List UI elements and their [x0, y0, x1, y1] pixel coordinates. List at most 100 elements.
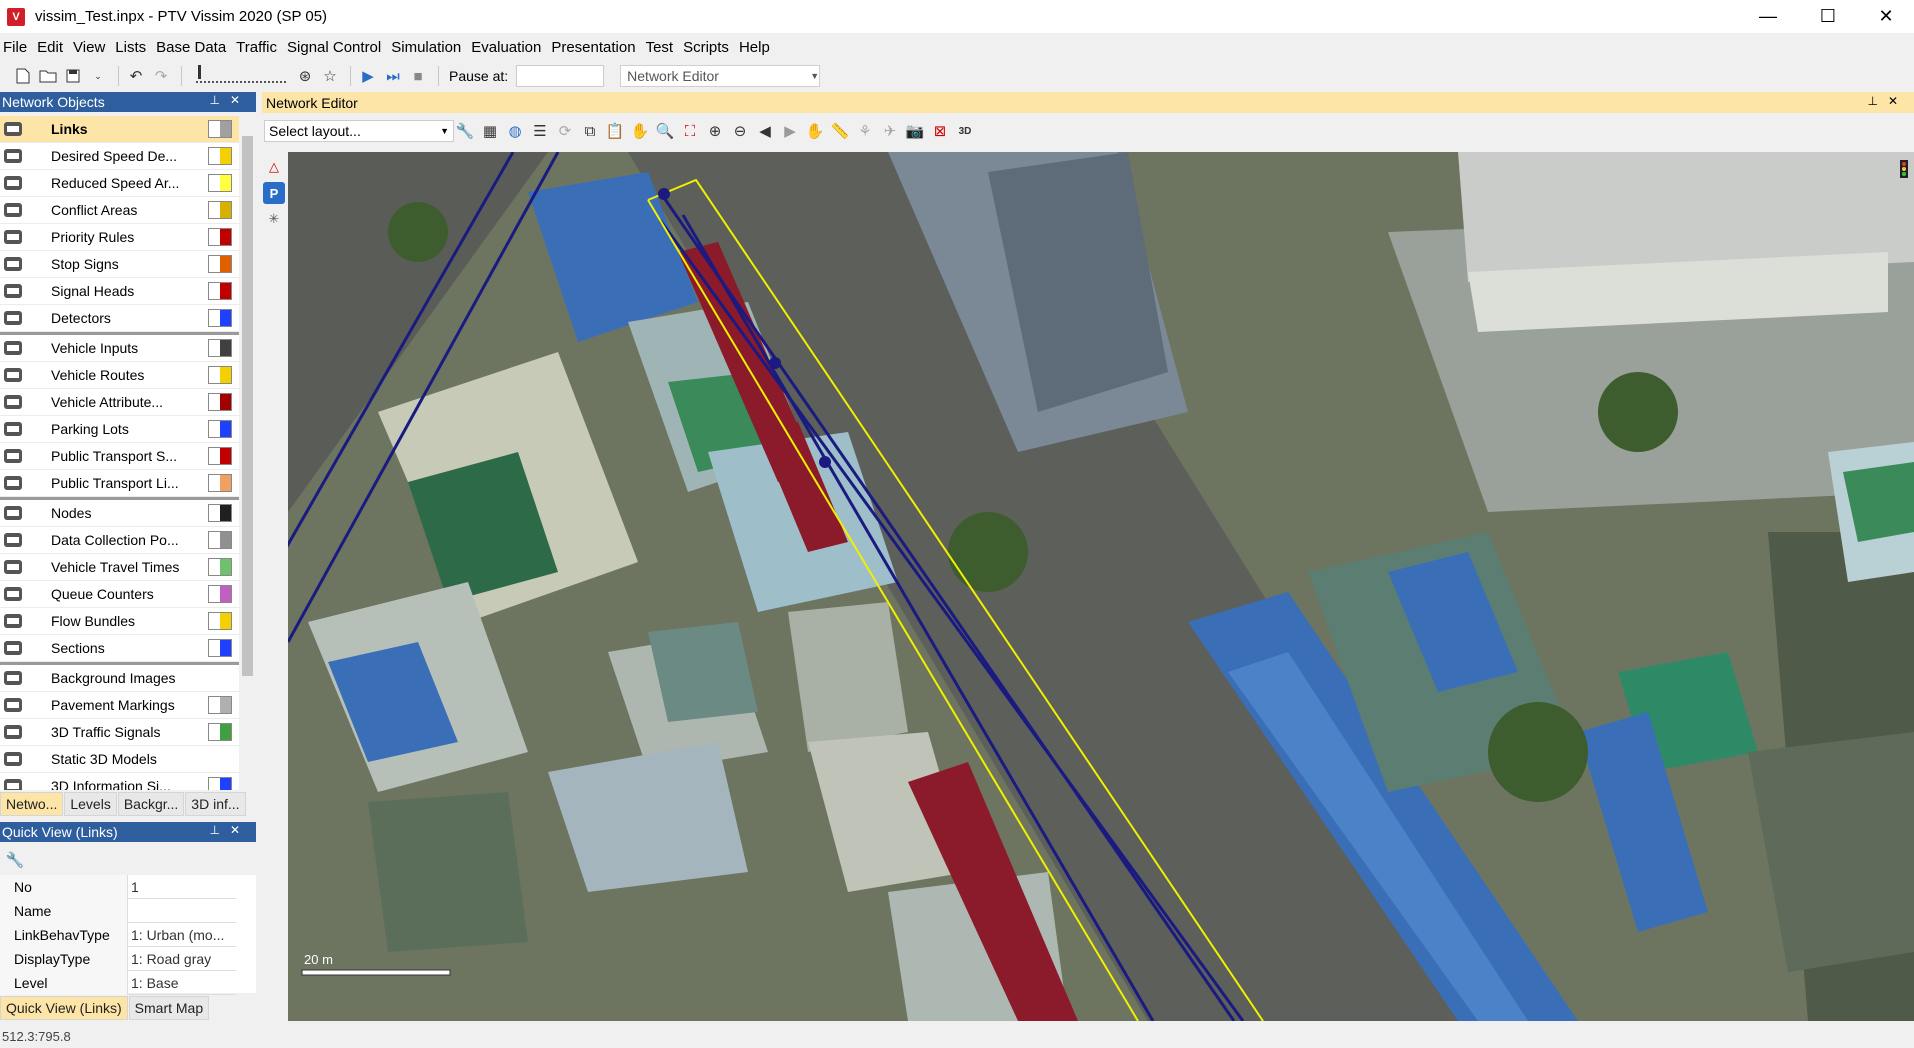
display-style-swatch[interactable] [208, 282, 232, 300]
measure-icon[interactable]: 📏 [829, 120, 851, 142]
zoom-in-icon[interactable]: ⊕ [704, 120, 726, 142]
display-style-swatch[interactable] [208, 309, 232, 327]
network-object-reduced-speed-ar[interactable]: Reduced Speed Ar... [0, 170, 239, 197]
display-style-swatch[interactable] [208, 474, 232, 492]
network-object-nodes[interactable]: Nodes [0, 500, 239, 527]
3d-mode-icon[interactable]: 3D [954, 120, 976, 142]
network-object-priority-rules[interactable]: Priority Rules [0, 224, 239, 251]
display-style-swatch[interactable] [208, 696, 232, 714]
parking-icon[interactable]: P [263, 182, 285, 204]
display-style-swatch[interactable] [208, 723, 232, 741]
minimize-button[interactable]: — [1740, 0, 1796, 33]
network-object-links[interactable]: Links [0, 116, 239, 143]
network-object-flow-bundles[interactable]: Flow Bundles [0, 608, 239, 635]
attribute-value[interactable]: 1: Urban (mo... [128, 927, 235, 943]
display-style-swatch[interactable] [208, 639, 232, 657]
menu-simulation[interactable]: Simulation [391, 39, 468, 56]
maximize-button[interactable]: ☐ [1800, 0, 1856, 33]
display-style-swatch[interactable] [208, 120, 232, 138]
network-object-vehicle-inputs[interactable]: Vehicle Inputs [0, 335, 239, 362]
back-arrow-icon[interactable]: ◀ [754, 120, 776, 142]
display-style-swatch[interactable] [208, 504, 232, 522]
forward-arrow-icon[interactable]: ▶ [779, 120, 801, 142]
close-panel-icon[interactable]: ✕ [230, 823, 250, 837]
layout-select[interactable]: Select layout... ▼ [264, 120, 454, 142]
network-object-parking-lots[interactable]: Parking Lots [0, 416, 239, 443]
network-object-queue-counters[interactable]: Queue Counters [0, 581, 239, 608]
attribute-value[interactable]: 1 [128, 879, 235, 895]
network-object-vehicle-travel-times[interactable]: Vehicle Travel Times [0, 554, 239, 581]
airplane-icon[interactable]: ✈ [879, 120, 901, 142]
display-style-swatch[interactable] [208, 147, 232, 165]
display-style-swatch[interactable] [208, 585, 232, 603]
menu-base-data[interactable]: Base Data [156, 39, 233, 56]
network-object-signal-heads[interactable]: Signal Heads [0, 278, 239, 305]
network-object-desired-speed-de[interactable]: Desired Speed De... [0, 143, 239, 170]
menu-scripts[interactable]: Scripts [683, 39, 736, 56]
pin-icon[interactable]: ⊥ [209, 93, 229, 107]
save-dropdown-icon[interactable]: ⌄ [87, 65, 109, 87]
tab-backgr[interactable]: Backgr... [117, 792, 185, 816]
tab-levels[interactable]: Levels [64, 792, 117, 816]
display-style-swatch[interactable] [208, 228, 232, 246]
display-style-swatch[interactable] [208, 393, 232, 411]
warning-triangle-icon[interactable]: △ [263, 156, 285, 178]
open-folder-icon[interactable] [37, 65, 59, 87]
close-button[interactable]: ✕ [1858, 0, 1914, 33]
display-style-swatch[interactable] [208, 420, 232, 438]
display-style-swatch[interactable] [208, 174, 232, 192]
display-style-swatch[interactable] [208, 777, 232, 790]
redo-icon[interactable]: ↷ [150, 65, 172, 87]
menu-presentation[interactable]: Presentation [551, 39, 642, 56]
settings-star-icon[interactable]: ☆ [319, 65, 341, 87]
network-object-conflict-areas[interactable]: Conflict Areas [0, 197, 239, 224]
close-panel-icon[interactable]: ✕ [1888, 94, 1908, 108]
zoom-all-icon[interactable]: ⛶ [679, 120, 701, 142]
globe-icon[interactable]: ◍ [504, 120, 526, 142]
menu-help[interactable]: Help [739, 39, 777, 56]
step-icon[interactable]: ⏭ [382, 65, 404, 87]
network-object-pavement-markings[interactable]: Pavement Markings [0, 692, 239, 719]
display-style-swatch[interactable] [208, 531, 232, 549]
view-select[interactable]: Network Editor ▼ [620, 65, 821, 87]
tab-quick-view-links[interactable]: Quick View (Links) [0, 996, 128, 1020]
scrollbar-thumb[interactable] [242, 136, 253, 676]
zoom-out-icon[interactable]: ⊖ [729, 120, 751, 142]
crosshair-icon[interactable]: ✳ [263, 208, 285, 230]
list-icon[interactable]: ☰ [529, 120, 551, 142]
menu-evaluation[interactable]: Evaluation [471, 39, 548, 56]
network-object-data-collection-po[interactable]: Data Collection Po... [0, 527, 239, 554]
menu-signal-control[interactable]: Signal Control [287, 39, 388, 56]
close-panel-icon[interactable]: ✕ [230, 93, 250, 107]
tab-netwo[interactable]: Netwo... [0, 792, 64, 816]
menu-lists[interactable]: Lists [115, 39, 153, 56]
grid-icon[interactable]: ▦ [479, 120, 501, 142]
network-object-static-3d-models[interactable]: Static 3D Models [0, 746, 239, 773]
zoom-select-icon[interactable]: 🔍 [654, 120, 676, 142]
display-style-swatch[interactable] [208, 366, 232, 384]
network-objects-scrollbar[interactable] [239, 116, 256, 790]
display-style-swatch[interactable] [208, 447, 232, 465]
wrench-icon[interactable]: 🔧 [454, 120, 476, 142]
network-object-vehicle-attribute[interactable]: Vehicle Attribute... [0, 389, 239, 416]
simulation-speed-slider[interactable] [196, 65, 286, 83]
network-map[interactable]: 20 m [288, 152, 1914, 1021]
new-file-icon[interactable] [12, 65, 34, 87]
tab-smart-map[interactable]: Smart Map [128, 996, 210, 1020]
display-style-swatch[interactable] [208, 201, 232, 219]
copy-icon[interactable]: ⧉ [579, 120, 601, 142]
rotate-icon[interactable]: ⟳ [554, 120, 576, 142]
display-style-swatch[interactable] [208, 255, 232, 273]
network-object-3d-traffic-signals[interactable]: 3D Traffic Signals [0, 719, 239, 746]
menu-test[interactable]: Test [646, 39, 681, 56]
camera-icon[interactable]: 📷 [904, 120, 926, 142]
hand-icon[interactable]: ✋ [804, 120, 826, 142]
pin-icon[interactable]: ⊥ [209, 823, 229, 837]
network-object-public-transport-s[interactable]: Public Transport S... [0, 443, 239, 470]
toggle-wireframe-icon[interactable]: ⊠ [929, 120, 951, 142]
network-object-vehicle-routes[interactable]: Vehicle Routes [0, 362, 239, 389]
tab-3d-inf[interactable]: 3D inf... [185, 792, 246, 816]
network-object-sections[interactable]: Sections [0, 635, 239, 662]
display-style-swatch[interactable] [208, 612, 232, 630]
attribute-value[interactable]: 1: Road gray [128, 951, 235, 967]
